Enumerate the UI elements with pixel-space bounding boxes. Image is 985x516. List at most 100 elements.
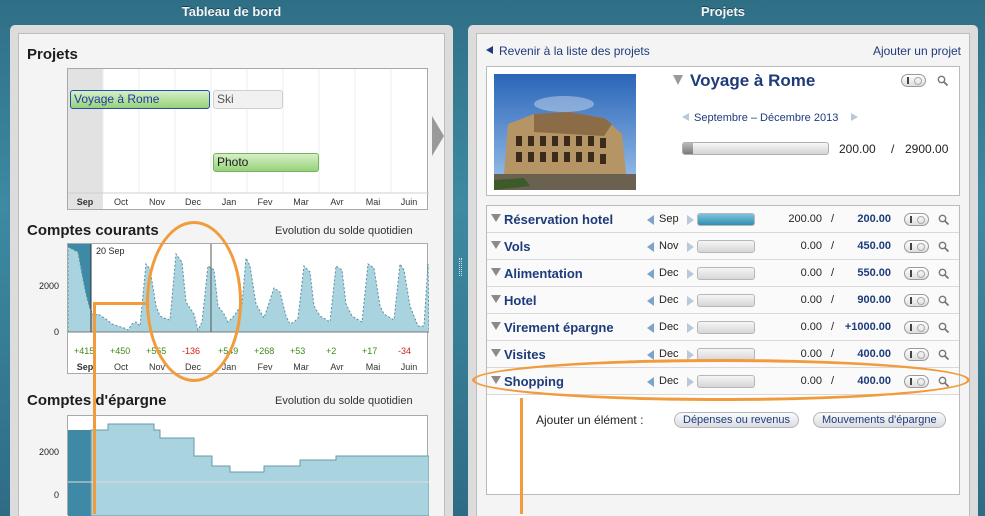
budget-item-progress-bar (697, 240, 755, 253)
budget-item-budget: 400.00 (857, 348, 891, 360)
budget-item-toggle[interactable] (904, 321, 929, 334)
right-pane-title: Projets (700, 4, 746, 19)
budget-item-toggle[interactable] (904, 294, 929, 307)
budget-item-progress-bar (697, 267, 755, 280)
add-expense-button[interactable]: Dépenses ou revenus (674, 412, 800, 428)
budget-item-spent: 200.00 (788, 213, 822, 225)
collapse-icon[interactable] (491, 214, 501, 222)
savings-accounts-y-0: 0 (53, 490, 59, 500)
zoom-icon[interactable] (938, 214, 949, 225)
month-next-icon[interactable] (687, 215, 694, 225)
project-toggle[interactable] (901, 74, 926, 87)
month-next-icon[interactable] (687, 350, 694, 360)
month-label-mai: Mai (365, 197, 381, 207)
budget-item-month: Dec (659, 294, 679, 306)
budget-item-row[interactable]: Visites Dec 0.00/400.00 (487, 341, 959, 368)
budget-item-progress-fill (698, 214, 754, 225)
budget-item-spent: 0.00 (800, 294, 822, 306)
monthly-delta: +415 (74, 346, 95, 356)
month-prev-icon[interactable] (647, 377, 654, 387)
budget-item-row[interactable]: Alimentation Dec 0.00/550.00 (487, 260, 959, 287)
zoom-icon[interactable] (938, 349, 949, 360)
month-prev-icon[interactable] (647, 215, 654, 225)
savings-accounts-graph (68, 423, 429, 516)
budget-item-row[interactable]: Virement épargne Dec 0.00/+1000.00 (487, 314, 959, 341)
budget-item-month: Dec (659, 321, 679, 333)
project-bar-ski[interactable]: Ski (213, 90, 283, 109)
month-label-sep: Sep (76, 362, 94, 372)
budget-item-month: Dec (659, 267, 679, 279)
month-next-icon[interactable] (687, 323, 694, 333)
collapse-icon[interactable] (491, 376, 501, 384)
add-savings-button[interactable]: Mouvements d'épargne (813, 412, 946, 428)
month-label-mai: Mai (365, 362, 381, 372)
monthly-delta: +565 (146, 346, 167, 356)
zoom-icon[interactable] (938, 268, 949, 279)
monthly-delta: -136 (182, 346, 201, 356)
split-resize-handle[interactable] (459, 258, 462, 276)
collapse-icon[interactable] (491, 241, 501, 249)
budget-item-row[interactable]: Hotel Dec 0.00/900.00 (487, 287, 959, 314)
zoom-icon[interactable] (938, 376, 949, 387)
month-next-icon[interactable] (687, 269, 694, 279)
budget-item-spent: 0.00 (800, 375, 822, 387)
month-label-fev: Fev (257, 197, 273, 207)
period-prev-icon[interactable] (682, 113, 689, 121)
budget-item-budget: 900.00 (857, 294, 891, 306)
collapse-icon[interactable] (491, 268, 501, 276)
monthly-delta: +17 (362, 346, 378, 356)
budget-item-toggle[interactable] (904, 267, 929, 280)
budget-item-row[interactable]: Réservation hotel Sep 200.00/200.00 (487, 206, 959, 233)
collapse-icon[interactable] (491, 322, 501, 330)
project-bar-photo[interactable]: Photo (213, 153, 319, 172)
add-project-link[interactable]: Ajouter un projet (873, 44, 961, 58)
next-arrow-icon[interactable] (432, 116, 444, 156)
project-spent: 200.00 (839, 142, 876, 156)
budget-item-spent: 0.00 (800, 348, 822, 360)
current-accounts-subtitle: Evolution du solde quotidien (275, 225, 413, 237)
month-next-icon[interactable] (687, 296, 694, 306)
month-next-icon[interactable] (687, 377, 694, 387)
month-label-avr: Avr (330, 197, 344, 207)
projects-section-title: Projets (27, 46, 78, 63)
budget-item-budget: 450.00 (857, 240, 891, 252)
project-zoom-icon[interactable] (937, 75, 948, 86)
month-label-dec: Dec (184, 362, 201, 372)
back-to-projects-link[interactable]: Revenir à la liste des projets (499, 44, 650, 58)
zoom-icon[interactable] (938, 241, 949, 252)
budget-item-row[interactable]: Vols Nov 0.00/450.00 (487, 233, 959, 260)
month-prev-icon[interactable] (647, 350, 654, 360)
budget-item-toggle[interactable] (904, 240, 929, 253)
collapse-icon[interactable] (491, 349, 501, 357)
current-accounts-y-0: 0 (53, 327, 59, 337)
month-prev-icon[interactable] (647, 323, 654, 333)
current-accounts-date-marker: 20 Sep (96, 246, 125, 256)
month-prev-icon[interactable] (647, 269, 654, 279)
right-panel-inner: Revenir à la liste des projets Ajouter u… (476, 33, 970, 516)
budget-item-budget: 200.00 (857, 213, 891, 225)
budget-item-name: Vols (504, 239, 531, 254)
month-label-nov: Nov (148, 362, 165, 372)
collapse-icon[interactable] (491, 295, 501, 303)
month-next-icon[interactable] (687, 242, 694, 252)
budget-item-toggle[interactable] (904, 375, 929, 388)
zoom-icon[interactable] (938, 322, 949, 333)
savings-accounts-y-2000: 2000 (38, 447, 59, 457)
budget-item-row[interactable]: Shopping Dec 0.00/400.00 (487, 368, 959, 395)
period-next-icon[interactable] (851, 113, 858, 121)
back-arrow-icon[interactable] (486, 46, 493, 54)
month-label-oct: Oct (113, 362, 128, 372)
month-label-jan: Jan (221, 197, 237, 207)
project-total: 2900.00 (905, 142, 949, 156)
month-prev-icon[interactable] (647, 242, 654, 252)
budget-item-toggle[interactable] (904, 348, 929, 361)
budget-item-budget: 550.00 (857, 267, 891, 279)
monthly-delta: +549 (218, 346, 239, 356)
project-bar-voyage-rome[interactable]: Voyage à Rome (70, 90, 210, 109)
budget-item-progress-bar (697, 294, 755, 307)
budget-item-toggle[interactable] (904, 213, 929, 226)
month-prev-icon[interactable] (647, 296, 654, 306)
zoom-icon[interactable] (938, 295, 949, 306)
project-collapse-icon[interactable] (673, 75, 683, 85)
add-element-label: Ajouter un élément : (536, 413, 644, 427)
